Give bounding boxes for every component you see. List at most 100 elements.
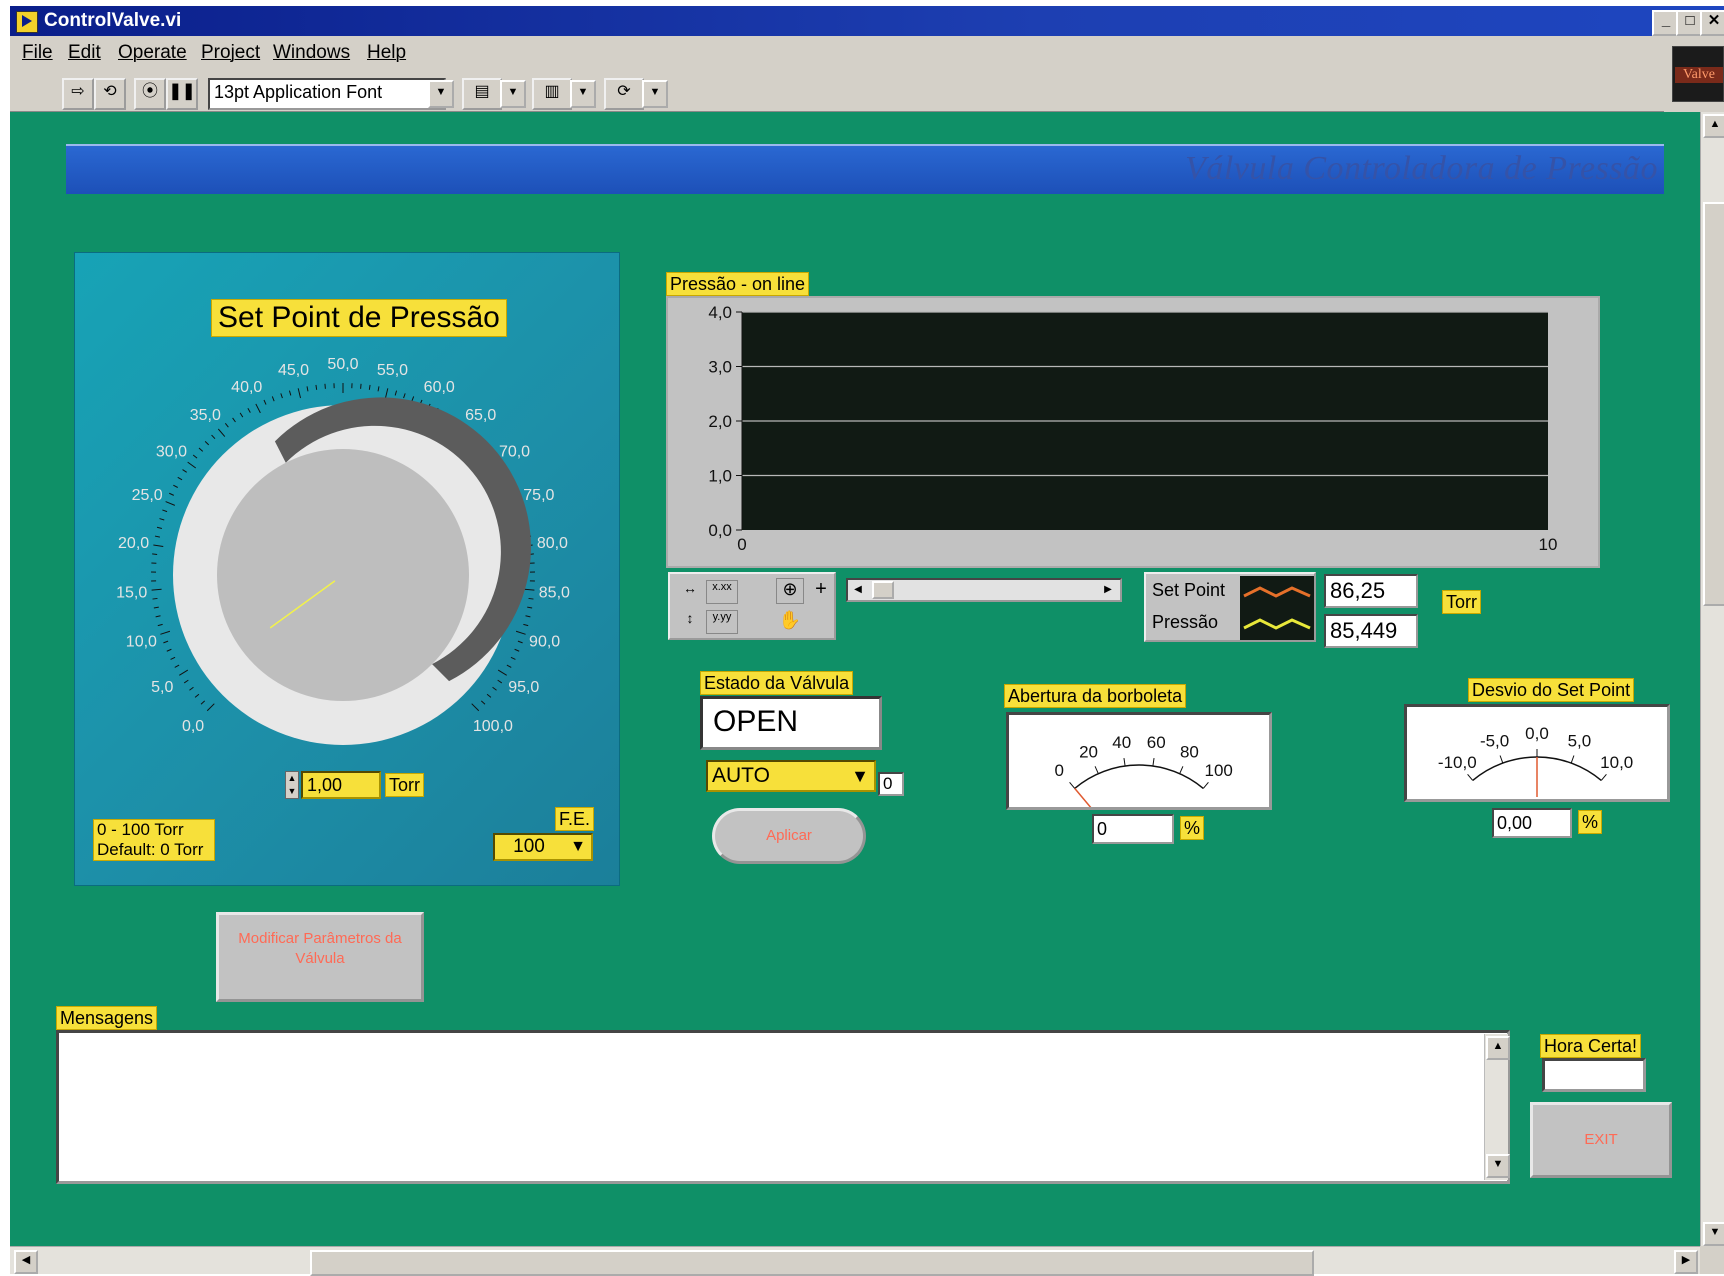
knob-tick-label: 100,0 [473, 718, 513, 735]
knob-tick-label: 10,0 [126, 634, 157, 651]
graph-scroll-thumb[interactable] [872, 581, 894, 599]
scroll-down-icon[interactable]: ▼ [1703, 1222, 1724, 1246]
meter-tick [1202, 781, 1209, 789]
y-tick-label: 4,0 [708, 303, 732, 322]
exit-button[interactable]: EXIT [1530, 1102, 1672, 1178]
meter-tick-label: 0 [1055, 761, 1064, 780]
distribute-objects-icon[interactable]: ▥ [532, 78, 572, 110]
knob-face[interactable] [217, 449, 469, 701]
menu-bar: File Edit Operate Project Windows Help [10, 36, 1664, 70]
meter-tick [1123, 757, 1126, 767]
toolbar: ⇨ ⟲ ⦿ ❚❚ 13pt Application Font ▼ ▤ ▼ ▥ ▼… [10, 70, 1664, 112]
graph-unit-label: Torr [1442, 590, 1481, 614]
knob-tick-label: 55,0 [377, 362, 408, 379]
zoom-icon[interactable]: ⊕ [776, 578, 804, 604]
meter-tick [1179, 766, 1184, 774]
menu-edit[interactable]: Edit [68, 42, 101, 64]
knob-tick-label: 35,0 [190, 407, 221, 424]
align-objects-icon[interactable]: ▤ [462, 78, 502, 110]
y-axis-ticks: 4,0 3,0 2,0 1,0 0,0 [708, 303, 742, 540]
pressure-graph[interactable]: 4,0 3,0 2,0 1,0 0,0 0 10 [668, 298, 1598, 566]
y-format-icon[interactable]: y.yy [706, 610, 738, 634]
horizontal-scroll-thumb[interactable] [310, 1250, 1314, 1276]
scroll-left-icon[interactable]: ◀ [14, 1250, 38, 1274]
title-banner: Válvula Controladora de Pressão [66, 144, 1664, 194]
knob-tick-label: 0,0 [182, 718, 204, 735]
graph-label: Pressão - on line [666, 272, 810, 296]
valve-state-label: Estado da Válvula [700, 671, 854, 695]
graph-scrollbar[interactable]: ◀ ▶ [846, 578, 1122, 602]
meter-tick [1094, 766, 1099, 774]
autoscale-x-icon[interactable]: ↔ [676, 580, 704, 604]
butterfly-value-display: 0 [1092, 814, 1174, 844]
pan-hand-icon[interactable]: ✋ [776, 610, 804, 636]
deviation-gauge-frame: -10,0 -5,0 0,0 5,0 10,0 [1404, 704, 1670, 802]
distribute-dropdown-chevron-icon[interactable]: ▼ [570, 80, 596, 108]
reorder-icon[interactable]: ⟳ [604, 78, 644, 110]
knob-tick-label: 90,0 [529, 634, 560, 651]
deviation-gauge: -10,0-5,0 0,0 5,0 10,0 [1438, 724, 1633, 797]
window-title-bar: ControlValve.vi _ □ ✕ [10, 6, 1724, 36]
butterfly-gauge-frame: 0 20 40 60 80 100 [1006, 712, 1272, 810]
menu-windows[interactable]: Windows [273, 42, 350, 64]
scroll-right-icon[interactable]: ▶ [1674, 1250, 1698, 1274]
menu-file[interactable]: File [22, 42, 53, 64]
vi-icon-label: Valve [1675, 67, 1723, 83]
setpoint-knob-svg[interactable]: 0,0 5,0 10,0 15,0 20,0 25,0 30,0 35,0 40,0 45,0 50… [75, 335, 621, 755]
menu-help[interactable]: Help [367, 42, 406, 64]
apply-button[interactable]: Aplicar [712, 808, 866, 864]
run-arrow-icon[interactable]: ⇨ [62, 78, 94, 110]
menu-operate[interactable]: Operate [118, 42, 187, 64]
setpoint-numeric-input[interactable]: 1,00 [301, 771, 381, 799]
fe-dropdown-chevron-icon[interactable]: ▼ [565, 835, 591, 859]
vertical-scrollbar[interactable]: ▲ ▼ [1700, 112, 1724, 1246]
messages-scroll-up-icon[interactable]: ▲ [1486, 1036, 1510, 1060]
graph-scroll-right-icon[interactable]: ▶ [1100, 582, 1116, 598]
vi-connector-icon: Valve [1672, 46, 1724, 102]
modify-parameters-button[interactable]: Modificar Parâmetros da Válvula [216, 912, 424, 1002]
pause-icon[interactable]: ❚❚ [166, 78, 198, 110]
banner-title: Válvula Controladora de Pressão [1185, 150, 1658, 187]
x-tick-label: 0 [737, 535, 746, 554]
messages-scroll-down-icon[interactable]: ▼ [1486, 1154, 1510, 1178]
graph-scroll-left-icon[interactable]: ◀ [850, 582, 866, 598]
x-format-icon[interactable]: x.xx [706, 580, 738, 604]
meter-tick-label: 10,0 [1600, 753, 1633, 772]
reorder-dropdown-chevron-icon[interactable]: ▼ [642, 80, 668, 108]
knob-tick-label: 60,0 [424, 379, 455, 396]
cursor-cross-icon[interactable]: + [808, 578, 834, 604]
abort-icon[interactable]: ⦿ [134, 78, 166, 110]
knob-tick-label: 20,0 [118, 535, 149, 552]
messages-textarea[interactable] [56, 1030, 1510, 1184]
vertical-scroll-thumb[interactable] [1703, 202, 1724, 606]
mode-dropdown-chevron-icon[interactable]: ▼ [846, 762, 874, 790]
deviation-unit-label: % [1578, 810, 1603, 834]
knob-tick-label: 25,0 [132, 487, 163, 504]
mode-index-display: 0 [878, 772, 904, 796]
run-continuously-icon[interactable]: ⟲ [94, 78, 126, 110]
scroll-up-icon[interactable]: ▲ [1703, 114, 1724, 138]
x-tick-label: 10 [1539, 535, 1558, 554]
labview-vi-icon [16, 11, 38, 33]
horizontal-scrollbar[interactable]: ◀ ▶ [10, 1246, 1700, 1276]
meter-tick-label: -10,0 [1438, 753, 1477, 772]
knob-tick-label: 40,0 [231, 379, 262, 396]
font-selector[interactable]: 13pt Application Font [208, 78, 446, 110]
meter-tick-label: 5,0 [1568, 731, 1592, 750]
clock-label: Hora Certa! [1540, 1034, 1642, 1058]
meter-tick [1152, 757, 1155, 767]
knob-tick-label: 70,0 [499, 443, 530, 460]
valve-state-display: OPEN [700, 696, 882, 750]
align-dropdown-chevron-icon[interactable]: ▼ [500, 80, 526, 108]
messages-scrollbar[interactable]: ▲ ▼ [1484, 1034, 1510, 1180]
meter-tick-label: -5,0 [1480, 731, 1509, 750]
legend-swatches [1240, 576, 1314, 640]
numeric-increment-icon[interactable]: ▲ ▼ [285, 771, 299, 799]
knob-tick-label: 65,0 [465, 407, 496, 424]
font-dropdown-chevron-icon[interactable]: ▼ [428, 80, 454, 108]
menu-project[interactable]: Project [201, 42, 260, 64]
y-tick-label: 1,0 [708, 467, 732, 486]
autoscale-y-icon[interactable]: ↕ [676, 610, 704, 634]
fe-label: F.E. [555, 807, 595, 831]
close-button[interactable]: ✕ [1700, 10, 1724, 36]
